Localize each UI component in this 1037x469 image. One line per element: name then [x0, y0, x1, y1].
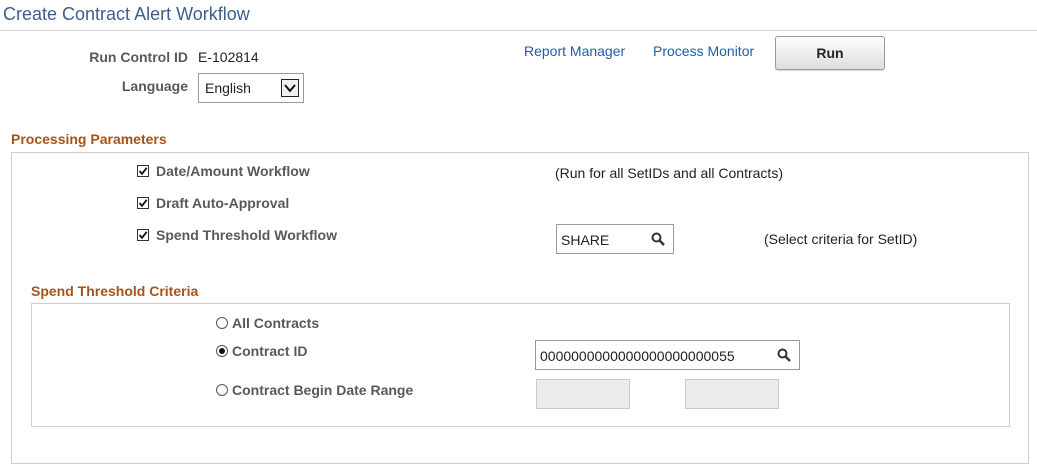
- language-select-value: English: [205, 80, 251, 96]
- language-select[interactable]: English: [198, 73, 304, 103]
- spend-threshold-criteria-header: Spend Threshold Criteria: [31, 283, 199, 299]
- date-amount-note: (Run for all SetIDs and all Contracts): [555, 165, 783, 181]
- language-label: Language: [121, 78, 188, 94]
- setid-prompt[interactable]: SHARE: [556, 224, 674, 254]
- radio-icon: [216, 384, 228, 396]
- radio-selected-icon: [216, 345, 228, 357]
- radio-icon: [216, 317, 228, 329]
- all-contracts-label: All Contracts: [232, 315, 320, 331]
- setid-value: SHARE: [561, 232, 610, 248]
- spend-threshold-workflow-label: Spend Threshold Workflow: [156, 227, 337, 243]
- chevron-down-icon[interactable]: [281, 79, 299, 97]
- begin-date-to-field[interactable]: [685, 379, 779, 409]
- report-manager-link[interactable]: Report Manager: [524, 43, 625, 59]
- search-icon[interactable]: [651, 232, 665, 251]
- check-icon: [137, 197, 149, 209]
- contract-id-value: 0000000000000000000000055: [540, 348, 735, 364]
- date-range-radio[interactable]: Contract Begin Date Range: [216, 382, 413, 398]
- setid-criteria-note: (Select criteria for SetID): [764, 231, 918, 247]
- contract-id-label: Contract ID: [232, 343, 308, 359]
- date-amount-workflow-label: Date/Amount Workflow: [156, 163, 310, 179]
- search-icon[interactable]: [777, 348, 791, 367]
- run-button[interactable]: Run: [775, 36, 885, 70]
- draft-auto-approval-checkbox[interactable]: Draft Auto-Approval: [137, 195, 289, 211]
- begin-date-from-field[interactable]: [536, 379, 630, 409]
- all-contracts-radio[interactable]: All Contracts: [216, 315, 319, 331]
- date-range-label: Contract Begin Date Range: [232, 382, 414, 398]
- draft-auto-approval-label: Draft Auto-Approval: [156, 195, 290, 211]
- check-icon: [137, 165, 149, 177]
- spend-threshold-workflow-checkbox[interactable]: Spend Threshold Workflow: [137, 227, 337, 243]
- page-title: Create Contract Alert Workflow: [3, 4, 250, 24]
- check-icon: [137, 229, 149, 241]
- date-amount-workflow-checkbox[interactable]: Date/Amount Workflow: [137, 163, 310, 179]
- contract-id-prompt[interactable]: 0000000000000000000000055: [535, 340, 800, 370]
- run-control-label: Run Control ID: [89, 49, 188, 65]
- contract-id-radio[interactable]: Contract ID: [216, 343, 307, 359]
- process-monitor-link[interactable]: Process Monitor: [653, 43, 754, 59]
- run-control-value: E-102814: [198, 49, 259, 65]
- title-divider: [0, 30, 1037, 31]
- processing-parameters-header: Processing Parameters: [11, 131, 167, 147]
- spend-threshold-criteria-box: [31, 303, 1010, 427]
